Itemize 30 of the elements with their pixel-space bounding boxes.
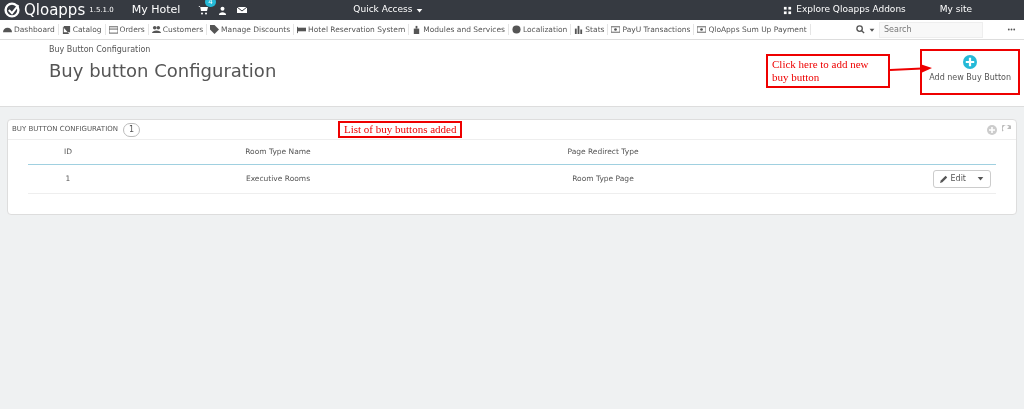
edit-button[interactable]: Edit — [932, 169, 991, 188]
card-icon — [108, 25, 118, 34]
caret-icon — [869, 26, 875, 33]
caret-icon — [977, 175, 984, 182]
top-link[interactable]: Explore Qloapps Addons — [783, 3, 906, 17]
annotation-callout: List of buy buttons added — [338, 121, 463, 139]
plus-circle-icon — [987, 124, 997, 135]
brand-name: Qloapps — [24, 2, 86, 18]
search-field[interactable]: Search — [879, 21, 983, 38]
people-icon — [151, 25, 161, 34]
plus-circle-icon — [963, 55, 978, 69]
quick-access-menu[interactable]: Quick Access — [305, 3, 424, 17]
annotation-callout: Click here to add new buy button — [766, 54, 890, 89]
breadcrumb-text: Buy Button Configuration — [49, 44, 152, 56]
search-dropdown-button[interactable] — [856, 25, 875, 34]
caret-icon — [416, 6, 424, 14]
user-icon — [218, 5, 228, 15]
banknote-icon — [611, 25, 621, 34]
envelope-icon — [237, 5, 248, 15]
cart-icon — [198, 4, 209, 15]
tag-icon — [210, 25, 220, 34]
shop-link[interactable]: My Hotel — [131, 1, 181, 19]
page-title: Buy button Configuration — [49, 60, 277, 82]
bed-icon — [297, 25, 307, 34]
logo-icon — [4, 2, 20, 18]
top-link[interactable]: My site — [939, 3, 972, 17]
pencil-icon — [939, 174, 948, 183]
search-icon — [856, 25, 865, 34]
bar-chart-icon — [574, 25, 584, 34]
banknote-icon — [697, 25, 707, 34]
